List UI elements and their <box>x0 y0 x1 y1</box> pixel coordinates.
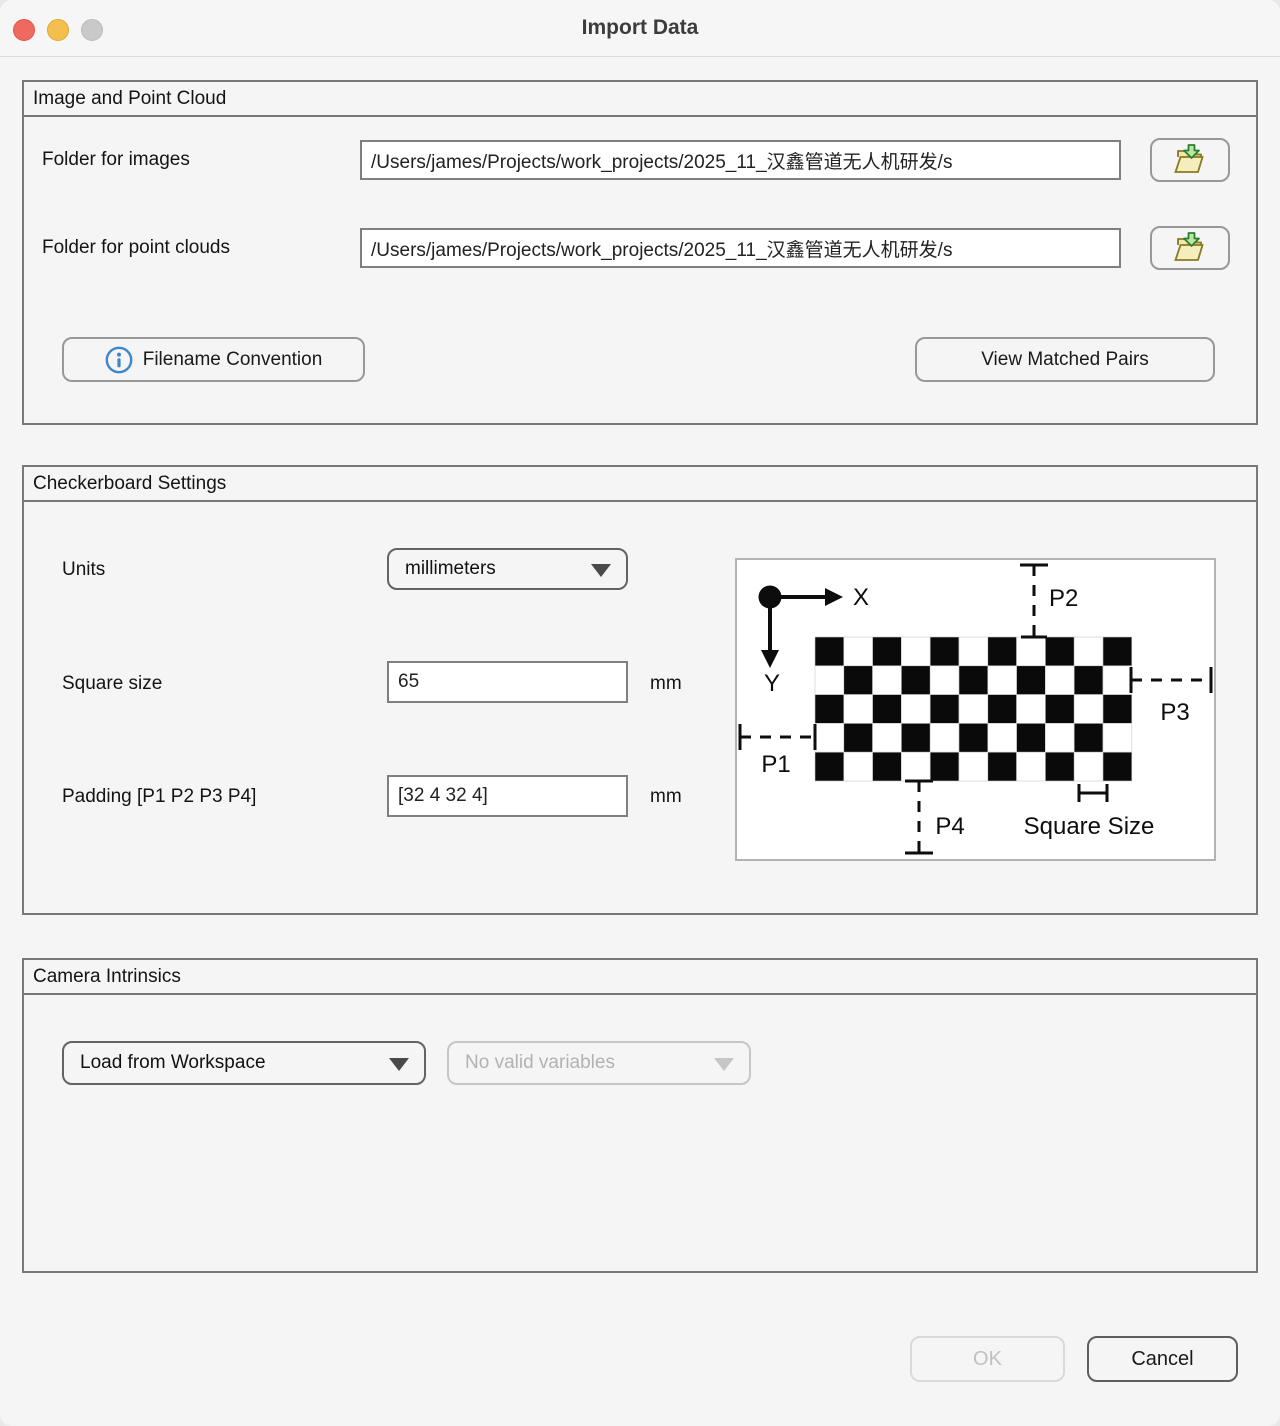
view-matched-pairs-label: View Matched Pairs <box>981 349 1149 371</box>
intrinsics-source-value: Load from Workspace <box>80 1052 266 1074</box>
view-matched-pairs-button[interactable]: View Matched Pairs <box>915 337 1215 382</box>
intrinsics-source-dropdown[interactable]: Load from Workspace <box>62 1041 426 1085</box>
browse-images-button[interactable] <box>1150 138 1230 182</box>
section-camera-intrinsics: Camera Intrinsics <box>22 958 1258 1273</box>
browse-point-clouds-button[interactable] <box>1150 226 1230 270</box>
y-axis-label: Y <box>764 670 780 697</box>
units-value: millimeters <box>405 558 496 580</box>
folder-open-icon <box>1171 231 1209 265</box>
section-checkerboard-settings-header: Checkerboard Settings <box>24 467 1256 502</box>
window-title: Import Data <box>0 0 1280 56</box>
filename-convention-button[interactable]: Filename Convention <box>62 337 365 382</box>
p3-label: P3 <box>1160 699 1189 726</box>
p1-label: P1 <box>761 751 790 778</box>
padding-label: Padding [P1 P2 P3 P4] <box>62 786 256 808</box>
chevron-down-icon <box>389 1058 409 1071</box>
section-image-point-cloud-header: Image and Point Cloud <box>24 82 1256 117</box>
square-size-unit: mm <box>650 673 682 695</box>
folder-for-images-input[interactable]: /Users/james/Projects/work_projects/2025… <box>360 140 1121 180</box>
padding-input[interactable]: [32 4 32 4] <box>387 775 628 817</box>
x-axis-label: X <box>853 584 869 611</box>
chevron-down-icon <box>591 564 611 577</box>
folder-for-images-label: Folder for images <box>42 149 190 171</box>
square-size-label: Square size <box>62 673 162 695</box>
units-dropdown[interactable]: millimeters <box>387 548 628 590</box>
square-size-diagram-label: Square Size <box>1024 813 1155 840</box>
x-axis-arrow-icon <box>825 588 843 606</box>
y-axis-arrow-icon <box>761 650 779 668</box>
section-camera-intrinsics-header: Camera Intrinsics <box>24 960 1256 995</box>
checkerboard-pattern <box>815 637 1132 781</box>
units-label: Units <box>62 559 105 581</box>
p4-label: P4 <box>935 813 964 840</box>
cancel-button[interactable]: Cancel <box>1087 1336 1238 1382</box>
intrinsics-variable-value: No valid variables <box>465 1052 615 1074</box>
folder-open-icon <box>1171 143 1209 177</box>
checkerboard-diagram: X Y P2 P3 P1 P4 <box>735 558 1216 861</box>
info-icon <box>105 346 133 374</box>
ok-button: OK <box>910 1336 1065 1382</box>
import-data-dialog: Import Data Image and Point Cloud Folder… <box>0 0 1280 1426</box>
chevron-down-icon <box>714 1058 734 1071</box>
intrinsics-variable-dropdown: No valid variables <box>447 1041 751 1085</box>
cancel-label: Cancel <box>1131 1348 1193 1371</box>
p2-label: P2 <box>1049 585 1078 612</box>
filename-convention-label: Filename Convention <box>143 349 323 371</box>
ok-label: OK <box>973 1348 1002 1371</box>
padding-unit: mm <box>650 786 682 808</box>
square-size-input[interactable]: 65 <box>387 661 628 703</box>
folder-for-point-clouds-input[interactable]: /Users/james/Projects/work_projects/2025… <box>360 228 1121 268</box>
folder-for-point-clouds-label: Folder for point clouds <box>42 237 230 259</box>
titlebar: Import Data <box>0 0 1280 57</box>
